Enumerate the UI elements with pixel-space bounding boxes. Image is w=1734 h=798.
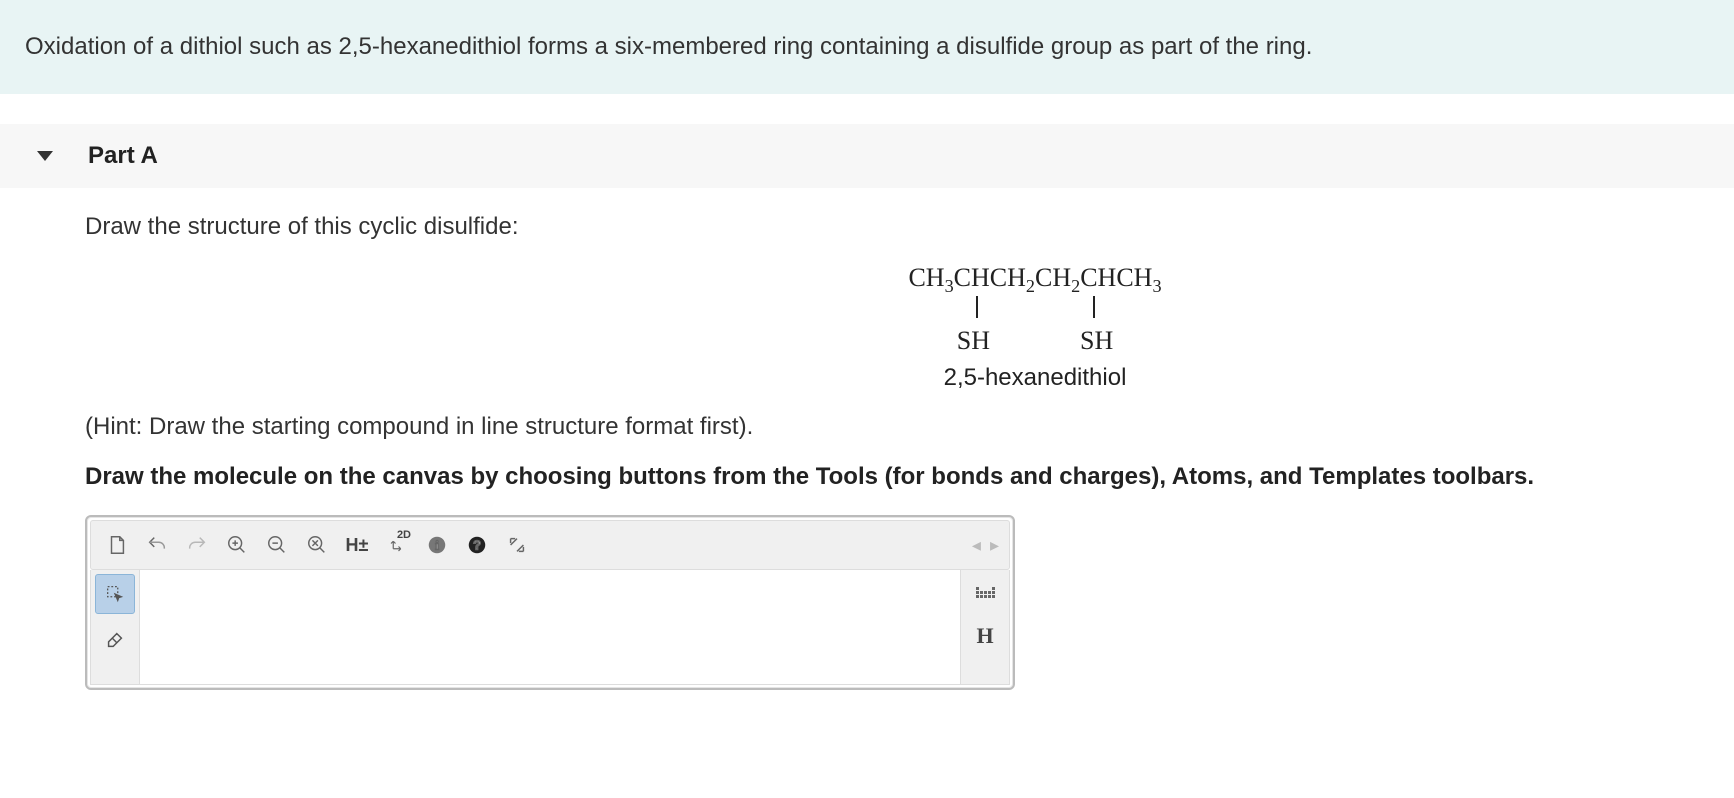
- caret-down-icon: [37, 151, 53, 161]
- molecule-editor: H± 2D i ? ◂ ▸: [85, 515, 1015, 690]
- undo-icon[interactable]: [139, 527, 175, 563]
- part-label: Part A: [88, 142, 158, 170]
- sh-group-1: SH: [957, 324, 990, 358]
- zoom-reset-icon[interactable]: [299, 527, 335, 563]
- editor-body: H: [90, 570, 1010, 685]
- formula-bonds: [785, 296, 1285, 322]
- formula-sh-row: SH SH: [785, 324, 1285, 358]
- nav-arrows-icon[interactable]: ◂ ▸: [972, 535, 1001, 556]
- selection-tool-icon[interactable]: [95, 574, 135, 614]
- zoom-out-icon[interactable]: [259, 527, 295, 563]
- sh-group-2: SH: [1080, 324, 1113, 358]
- compound-name: 2,5-hexanedithiol: [785, 362, 1285, 393]
- intro-text: Oxidation of a dithiol such as 2,5-hexan…: [25, 30, 1709, 64]
- zoom-in-icon[interactable]: [219, 527, 255, 563]
- hydrogen-toggle-button[interactable]: H±: [339, 527, 375, 563]
- new-document-icon[interactable]: [99, 527, 135, 563]
- svg-text:i: i: [435, 539, 439, 553]
- part-header[interactable]: Part A: [0, 124, 1734, 188]
- info-icon[interactable]: i: [419, 527, 455, 563]
- left-toolbar: [90, 570, 140, 685]
- hydrogen-atom-button[interactable]: H: [965, 618, 1005, 654]
- instruction-text: Draw the molecule on the canvas by choos…: [85, 463, 1649, 491]
- fullscreen-icon[interactable]: [499, 527, 535, 563]
- formula-backbone: CH3CHCH2CH2CHCH3: [785, 261, 1285, 299]
- drawing-canvas[interactable]: [140, 570, 960, 685]
- intro-box: Oxidation of a dithiol such as 2,5-hexan…: [0, 0, 1734, 94]
- periodic-table-icon[interactable]: [965, 574, 1005, 610]
- prompt-text: Draw the structure of this cyclic disulf…: [85, 213, 1649, 241]
- redo-icon[interactable]: [179, 527, 215, 563]
- svg-text:?: ?: [473, 538, 481, 553]
- view-2d-button[interactable]: 2D: [379, 527, 415, 563]
- chemical-formula: CH3CHCH2CH2CHCH3 SH SH 2,5-hexanedithiol: [785, 261, 1285, 394]
- content-area: Draw the structure of this cyclic disulf…: [0, 213, 1734, 691]
- editor-top-toolbar: H± 2D i ? ◂ ▸: [90, 520, 1010, 570]
- hint-text: (Hint: Draw the starting compound in lin…: [85, 413, 1649, 441]
- right-toolbar: H: [960, 570, 1010, 685]
- eraser-tool-icon[interactable]: [95, 620, 135, 660]
- help-icon[interactable]: ?: [459, 527, 495, 563]
